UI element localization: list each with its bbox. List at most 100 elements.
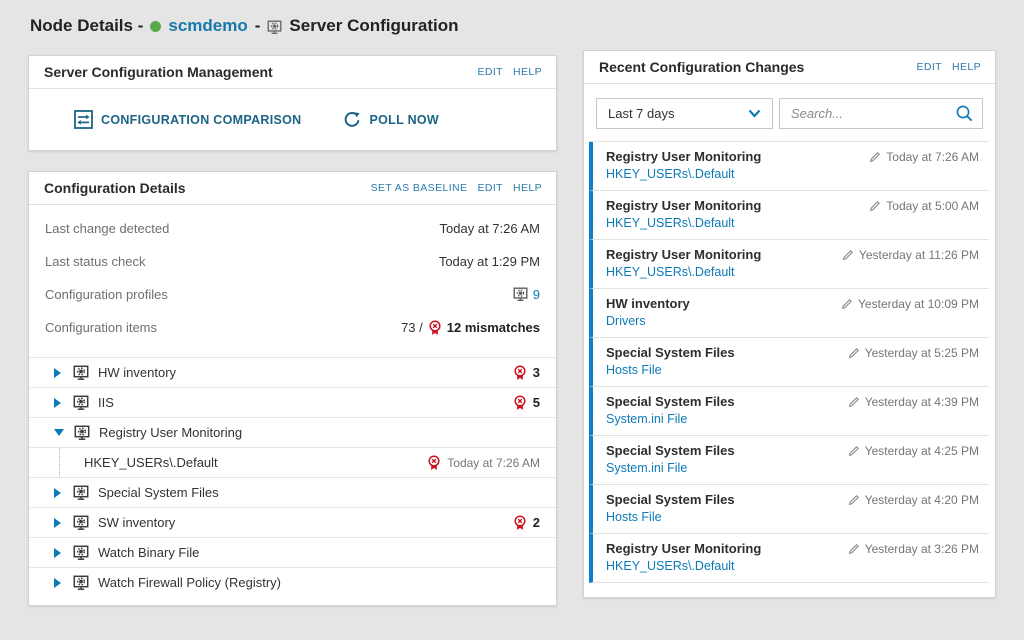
edit-link[interactable]: EDIT (916, 61, 942, 73)
tree-row-watch-binary-file[interactable]: Watch Binary File (29, 537, 556, 567)
caret-right-icon[interactable] (54, 488, 61, 498)
change-item: Registry User Monitoring Yesterday at 3:… (589, 534, 989, 583)
help-link[interactable]: HELP (513, 66, 542, 78)
details-rows: Last change detected Today at 7:26 AM La… (29, 205, 556, 344)
change-time: Yesterday at 4:20 PM (848, 493, 979, 507)
change-subtitle-link[interactable]: HKEY_USERs\.Default (606, 167, 735, 181)
change-time-text: Yesterday at 10:09 PM (858, 297, 979, 311)
tree-row-registry-user-monitoring[interactable]: Registry User Monitoring (29, 417, 556, 447)
tree-row-special-system-files[interactable]: Special System Files (29, 477, 556, 507)
change-title: Registry User Monitoring (606, 198, 761, 213)
profile-monitor-icon (73, 395, 89, 411)
caret-right-icon[interactable] (54, 398, 61, 408)
change-subtitle-link[interactable]: System.ini File (606, 412, 687, 426)
tree-item-time: Today at 7:26 AM (447, 456, 540, 470)
change-time-text: Yesterday at 4:20 PM (865, 493, 979, 507)
change-item: Special System Files Yesterday at 4:25 P… (589, 436, 989, 485)
tree-label: HKEY_USERs\.Default (84, 455, 427, 470)
page-title: Node Details - scmdemo - Server Configur… (30, 16, 459, 36)
change-subtitle-link[interactable]: Hosts File (606, 510, 662, 524)
poll-now-button[interactable]: POLL NOW (343, 111, 439, 129)
change-subtitle-link[interactable]: HKEY_USERs\.Default (606, 265, 735, 279)
page-title-prefix: Node Details - (30, 16, 143, 36)
pencil-icon (848, 396, 860, 408)
change-item: Registry User Monitoring Today at 5:00 A… (589, 191, 989, 240)
change-time-text: Yesterday at 11:26 PM (859, 248, 979, 262)
change-time: Today at 5:00 AM (869, 199, 979, 213)
tree-row-iis[interactable]: IIS 5 (29, 387, 556, 417)
change-item: HW inventory Yesterday at 10:09 PM Drive… (589, 289, 989, 338)
left-column: Server Configuration Management EDIT HEL… (28, 55, 557, 606)
tree-row-status: 5 (513, 395, 540, 411)
tree-row-hkey-users-default[interactable]: HKEY_USERs\.Default Today at 7:26 AM (29, 447, 556, 477)
scm-card-body: CONFIGURATION COMPARISON POLL NOW (29, 89, 556, 150)
set-as-baseline-link[interactable]: SET AS BASELINE (371, 182, 468, 194)
profiles-count-link[interactable]: 9 (533, 287, 540, 302)
change-title: Registry User Monitoring (606, 541, 761, 556)
edit-link[interactable]: EDIT (477, 66, 503, 78)
changes-card-title: Recent Configuration Changes (599, 59, 804, 75)
tree-row-status: 2 (513, 515, 540, 531)
mismatch-count: 2 (533, 515, 540, 530)
page-title-view: Server Configuration (289, 16, 458, 36)
profile-monitor-icon (74, 425, 90, 441)
tree-label: Watch Firewall Policy (Registry) (98, 575, 540, 590)
caret-right-icon[interactable] (54, 548, 61, 558)
configuration-comparison-button[interactable]: CONFIGURATION COMPARISON (74, 110, 301, 129)
help-link[interactable]: HELP (513, 182, 542, 194)
last-status-check-row: Last status check Today at 1:29 PM (45, 245, 540, 278)
change-subtitle-link[interactable]: HKEY_USERs\.Default (606, 216, 735, 230)
caret-right-icon[interactable] (54, 518, 61, 528)
details-card-links: SET AS BASELINE EDIT HELP (371, 182, 542, 194)
search-input[interactable] (791, 106, 949, 121)
change-time: Yesterday at 4:25 PM (848, 444, 979, 458)
time-range-dropdown[interactable]: Last 7 days (596, 98, 773, 129)
tree-row-watch-firewall-policy[interactable]: Watch Firewall Policy (Registry) (29, 567, 556, 597)
poll-now-label: POLL NOW (369, 113, 439, 127)
details-card-title: Configuration Details (44, 180, 186, 196)
pencil-icon (869, 200, 881, 212)
node-status-dot (150, 21, 161, 32)
time-range-value: Last 7 days (608, 106, 675, 121)
change-time: Yesterday at 5:25 PM (848, 346, 979, 360)
mismatch-badge-icon (513, 365, 527, 381)
scm-card-header: Server Configuration Management EDIT HEL… (29, 56, 556, 89)
configuration-items-tree: HW inventory 3 IIS 5 (29, 357, 556, 597)
tree-row-status: Today at 7:26 AM (427, 455, 540, 471)
edit-link[interactable]: EDIT (477, 182, 503, 194)
detail-label: Last change detected (45, 221, 169, 236)
change-subtitle-link[interactable]: HKEY_USERs\.Default (606, 559, 735, 573)
pencil-icon (848, 347, 860, 359)
change-title: Special System Files (606, 492, 735, 507)
last-change-detected-row: Last change detected Today at 7:26 AM (45, 212, 540, 245)
change-time: Yesterday at 4:39 PM (848, 395, 979, 409)
items-total: 73 / (401, 320, 423, 335)
change-title: Registry User Monitoring (606, 149, 761, 164)
caret-down-icon[interactable] (54, 429, 64, 436)
change-subtitle-link[interactable]: Drivers (606, 314, 646, 328)
search-button[interactable] (949, 104, 974, 123)
detail-value: 73 / 12 mismatches (401, 320, 540, 336)
pencil-icon (848, 494, 860, 506)
tree-row-hw-inventory[interactable]: HW inventory 3 (29, 357, 556, 387)
change-subtitle-link[interactable]: Hosts File (606, 363, 662, 377)
tree-label: Watch Binary File (98, 545, 540, 560)
caret-right-icon[interactable] (54, 368, 61, 378)
mismatch-count: 3 (533, 365, 540, 380)
change-item: Registry User Monitoring Yesterday at 11… (589, 240, 989, 289)
change-time: Yesterday at 10:09 PM (841, 297, 979, 311)
change-time-text: Yesterday at 3:26 PM (865, 542, 979, 556)
scm-card-title: Server Configuration Management (44, 64, 273, 80)
tree-row-sw-inventory[interactable]: SW inventory 2 (29, 507, 556, 537)
caret-right-icon[interactable] (54, 578, 61, 588)
right-column: Recent Configuration Changes EDIT HELP L… (583, 50, 996, 598)
node-name-link[interactable]: scmdemo (168, 16, 247, 36)
profile-monitor-icon (513, 287, 528, 302)
help-link[interactable]: HELP (952, 61, 981, 73)
change-subtitle-link[interactable]: System.ini File (606, 461, 687, 475)
pencil-icon (869, 151, 881, 163)
configuration-profiles-row: Configuration profiles 9 (45, 278, 540, 311)
change-item: Special System Files Yesterday at 4:39 P… (589, 387, 989, 436)
tree-label: IIS (98, 395, 513, 410)
mismatch-badge-icon (513, 515, 527, 531)
